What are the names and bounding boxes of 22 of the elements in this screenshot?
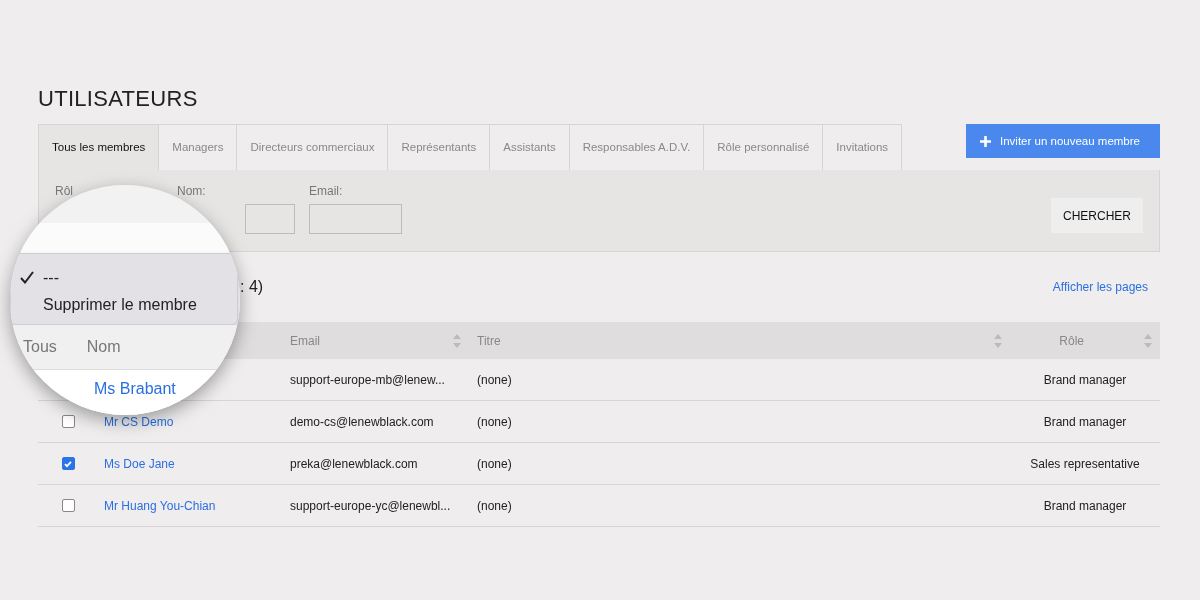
- email-label: Email:: [309, 184, 344, 198]
- column-header: Nom: [86, 338, 121, 356]
- email-cell: support-europe-yc@lenewbl...: [290, 498, 451, 513]
- role-cell: Brand manager: [1043, 498, 1127, 513]
- name-label: Nom:: [177, 184, 207, 198]
- title-cell: (none): [477, 456, 512, 471]
- title-cell: (none): [477, 414, 512, 429]
- title-cell: (none): [477, 498, 512, 513]
- title-cell: (none): [477, 372, 512, 387]
- role-cell: Brand manager: [1043, 414, 1127, 429]
- column-header: Tous: [23, 338, 57, 356]
- column-header: Titre: [477, 333, 501, 348]
- column-header: Email: [290, 333, 320, 348]
- role-cell: Sales representative: [1030, 456, 1140, 471]
- column-header: Rôle: [1059, 333, 1084, 348]
- page-title: UTILISATEURS: [38, 85, 199, 113]
- email-cell: support-europe-mb@lenew...: [290, 372, 445, 387]
- role-label: Rôl: [55, 184, 74, 198]
- member-count: : 4): [240, 278, 264, 296]
- email-cell: preka@lenewblack.com: [290, 456, 418, 471]
- email-cell: demo-cs@lenewblack.com: [290, 414, 434, 429]
- role-cell: Brand manager: [1043, 372, 1127, 387]
